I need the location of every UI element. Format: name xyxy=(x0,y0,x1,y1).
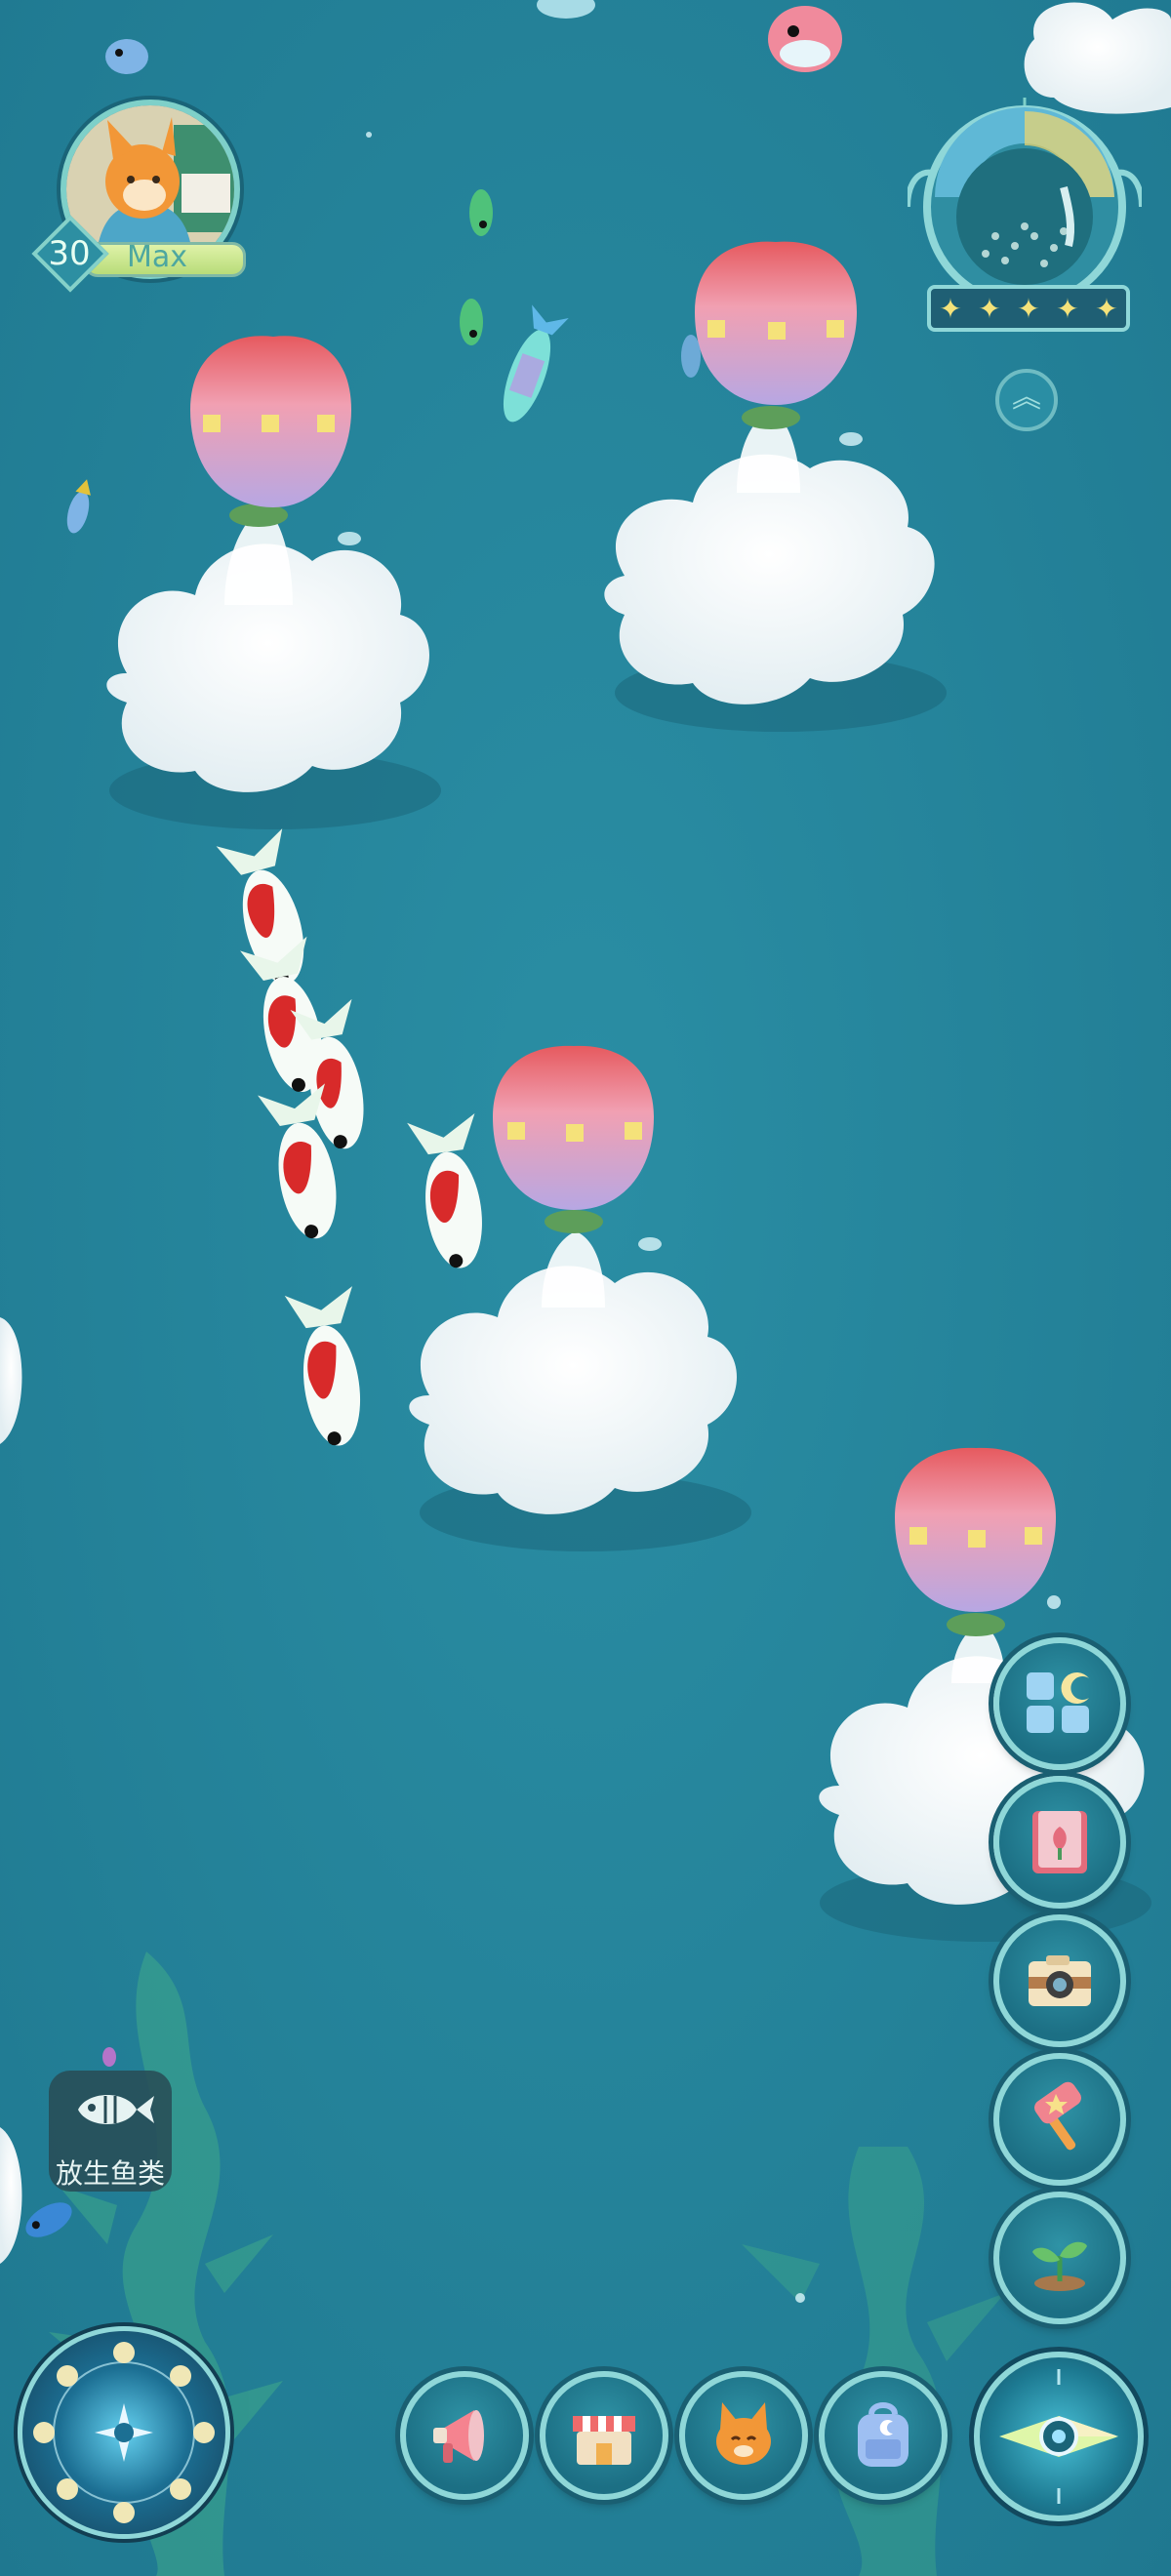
level-status: Max xyxy=(127,240,188,274)
star-icon: ✦ xyxy=(1017,292,1040,325)
star-icon: ✦ xyxy=(1056,292,1079,325)
fox-icon xyxy=(716,2402,771,2465)
sprout-icon xyxy=(1032,2241,1087,2291)
camera-button[interactable] xyxy=(993,1914,1126,2047)
gallery-grid-icon xyxy=(1027,1672,1089,1733)
aquarium-background xyxy=(0,0,1171,2576)
expand-up-button[interactable]: ︽ xyxy=(995,369,1058,431)
moon-phase-icon xyxy=(33,2342,215,2523)
double-chevron-up-icon: ︽ xyxy=(1012,381,1041,415)
gallery-button[interactable] xyxy=(993,1637,1126,1770)
star-rating: ✦ ✦ ✦ ✦ ✦ xyxy=(927,285,1130,332)
encyclopedia-button[interactable] xyxy=(993,1776,1126,1909)
build-button[interactable] xyxy=(993,2053,1126,2186)
release-fish-label: 放生鱼类 xyxy=(55,2157,165,2190)
announcement-button[interactable] xyxy=(400,2371,529,2500)
game-scene: 30 Max ✦ ✦ ✦ ✦ ✦ ︽ 放生鱼类 xyxy=(0,0,1171,2576)
fish-icon xyxy=(78,2095,154,2124)
star-icon: ✦ xyxy=(939,292,962,325)
backpack-button[interactable] xyxy=(819,2371,948,2500)
star-icon: ✦ xyxy=(1095,292,1118,325)
camera-icon xyxy=(1029,1955,1091,2006)
hammer-icon xyxy=(1034,2081,1081,2151)
plant-button[interactable] xyxy=(993,2192,1126,2324)
shop-icon xyxy=(573,2416,635,2465)
star-icon: ✦ xyxy=(978,292,1001,325)
character-button[interactable] xyxy=(679,2371,808,2500)
day-night-dial[interactable] xyxy=(18,2326,230,2539)
compass-icon xyxy=(999,2369,1118,2504)
backpack-icon xyxy=(858,2402,909,2467)
player-level: 30 xyxy=(48,234,91,273)
megaphone-icon xyxy=(433,2410,484,2463)
explore-compass-button[interactable] xyxy=(974,2352,1144,2521)
book-icon xyxy=(1032,1811,1087,1873)
shop-button[interactable] xyxy=(540,2371,668,2500)
